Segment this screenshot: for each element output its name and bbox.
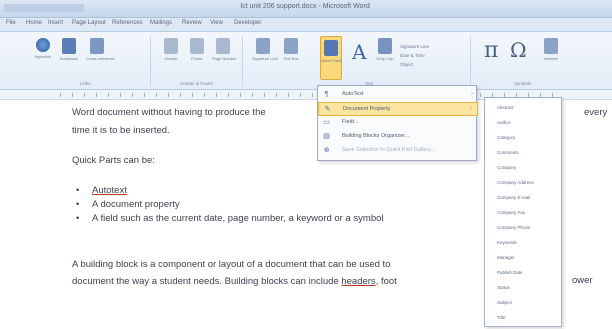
property-company-fax[interactable]: Company Fax	[485, 207, 563, 219]
property-company-phone[interactable]: Company Phone	[485, 222, 563, 234]
property-company[interactable]: Company	[485, 162, 563, 174]
ribbon-tabs: File Home Insert Page Layout References …	[0, 18, 612, 32]
submenu-arrow-icon: ›	[470, 106, 472, 112]
quick-access-toolbar[interactable]	[4, 4, 84, 12]
property-manager[interactable]: Manager	[485, 252, 563, 264]
header-button[interactable]: Header	[160, 38, 182, 61]
paragraph-1-line-2: time it is to be inserted.	[72, 125, 170, 136]
property-category[interactable]: Category	[485, 132, 563, 144]
field-icon: ▭	[323, 119, 330, 126]
document-property-submenu: Abstract Author Category Comments Compan…	[484, 97, 562, 327]
quick-parts-menu: ¶ AutoText › ✎ Document Property › ▭ Fie…	[317, 85, 478, 161]
paragraph-1-line-1: Word document without having to produce …	[72, 107, 266, 118]
paragraph-1-tail: every	[584, 107, 608, 118]
tab-insert[interactable]: Insert	[48, 20, 63, 26]
paragraph-2: Quick Parts can be:	[72, 155, 155, 166]
bullet-list: • Autotext • A document property • A field …	[74, 184, 384, 226]
property-company-address[interactable]: Company Address	[485, 177, 563, 189]
group-separator	[150, 36, 151, 86]
group-label-header-footer: Header & Footer	[180, 81, 214, 86]
menu-item-autotext[interactable]: ¶ AutoText ›	[318, 88, 478, 102]
paragraph-3-line-2: document the way a student needs. Buildi…	[72, 276, 397, 287]
window-title: Ict unit 206 support.docx - Microsoft Wo…	[240, 3, 370, 10]
autotext-icon: ¶	[324, 91, 329, 98]
group-label-symbols: Symbols	[514, 81, 532, 86]
list-item: • A field such as the current date, page …	[76, 213, 384, 224]
property-keywords[interactable]: Keywords	[485, 237, 563, 249]
paragraph-3-line-1: A building block is a component or layou…	[72, 259, 391, 270]
menu-item-save-selection: ⊕ Save Selection to Quick Part Gallery..…	[323, 147, 436, 154]
quick-parts-icon	[324, 40, 338, 56]
menu-item-building-blocks-organizer[interactable]: ▤ Building Blocks Organizer...	[318, 130, 478, 144]
list-item: • Autotext	[76, 185, 127, 196]
menu-item-field[interactable]: ▭ Field...	[318, 116, 478, 130]
signature-line-item[interactable]: Signature Line	[400, 42, 429, 51]
page-number-icon	[216, 38, 230, 54]
hyperlink-button[interactable]: Hyperlink	[32, 38, 54, 59]
title-bar: Ict unit 206 support.docx - Microsoft Wo…	[0, 0, 612, 18]
number-icon	[544, 38, 558, 54]
quick-parts-button[interactable]: Quick Parts	[320, 36, 342, 80]
list-item: • A document property	[76, 199, 180, 210]
group-label-links: Links	[80, 81, 91, 86]
text-box-button[interactable]: Text Box	[280, 38, 302, 61]
drop-cap-button[interactable]: Drop Cap	[374, 38, 396, 61]
footer-icon	[190, 38, 204, 54]
cross-reference-icon	[90, 38, 104, 54]
globe-icon	[36, 38, 50, 52]
object-item[interactable]: Object	[400, 60, 429, 69]
paragraph-3-tail: ower	[572, 275, 593, 286]
property-subject[interactable]: Subject	[485, 297, 563, 309]
document-property-icon: ✎	[324, 106, 331, 113]
bookmark-button[interactable]: Bookmark	[58, 38, 80, 61]
property-comments[interactable]: Comments	[485, 147, 563, 159]
symbol-icon[interactable]: Ω	[510, 38, 527, 62]
group-separator	[470, 36, 471, 86]
equation-icon[interactable]: π	[484, 38, 498, 63]
tab-page-layout[interactable]: Page Layout	[72, 20, 106, 26]
tab-mailings[interactable]: Mailings	[150, 20, 172, 26]
signature-icon	[256, 38, 270, 54]
wordart-icon[interactable]: A	[352, 40, 366, 64]
property-author[interactable]: Author	[485, 117, 563, 129]
text-box-icon	[284, 38, 298, 54]
tab-home[interactable]: Home	[26, 20, 42, 26]
footer-button[interactable]: Footer	[186, 38, 208, 61]
tab-review[interactable]: Review	[182, 20, 202, 26]
tab-file[interactable]: File	[6, 20, 16, 26]
menu-item-document-property[interactable]: ✎ Document Property ›	[318, 102, 478, 116]
signature-line-button[interactable]: Signature Line	[252, 38, 278, 61]
ribbon: Hyperlink Bookmark Cross-reference Heade…	[0, 32, 612, 90]
property-abstract[interactable]: Abstract	[485, 102, 563, 114]
tab-references[interactable]: References	[112, 20, 143, 26]
submenu-arrow-icon: ›	[471, 91, 473, 97]
drop-cap-icon	[378, 38, 392, 54]
property-publish-date[interactable]: Publish Date	[485, 267, 563, 279]
tab-developer[interactable]: Developer	[234, 20, 261, 26]
page-number-button[interactable]: Page Number	[212, 38, 237, 61]
property-company-email[interactable]: Company E-mail	[485, 192, 563, 204]
cross-reference-button[interactable]: Cross-reference	[86, 38, 115, 61]
property-status[interactable]: Status	[485, 282, 563, 294]
header-icon	[164, 38, 178, 54]
group-separator	[242, 36, 243, 86]
number-button[interactable]: Number	[540, 38, 562, 61]
insert-small-items: Signature Line Date & Time Object	[400, 42, 429, 69]
bookmark-icon	[62, 38, 76, 54]
date-time-item[interactable]: Date & Time	[400, 51, 429, 60]
tab-view[interactable]: View	[210, 20, 223, 26]
property-title[interactable]: Title	[485, 312, 563, 324]
save-selection-icon: ⊕	[323, 147, 330, 154]
building-blocks-icon: ▤	[323, 133, 330, 140]
